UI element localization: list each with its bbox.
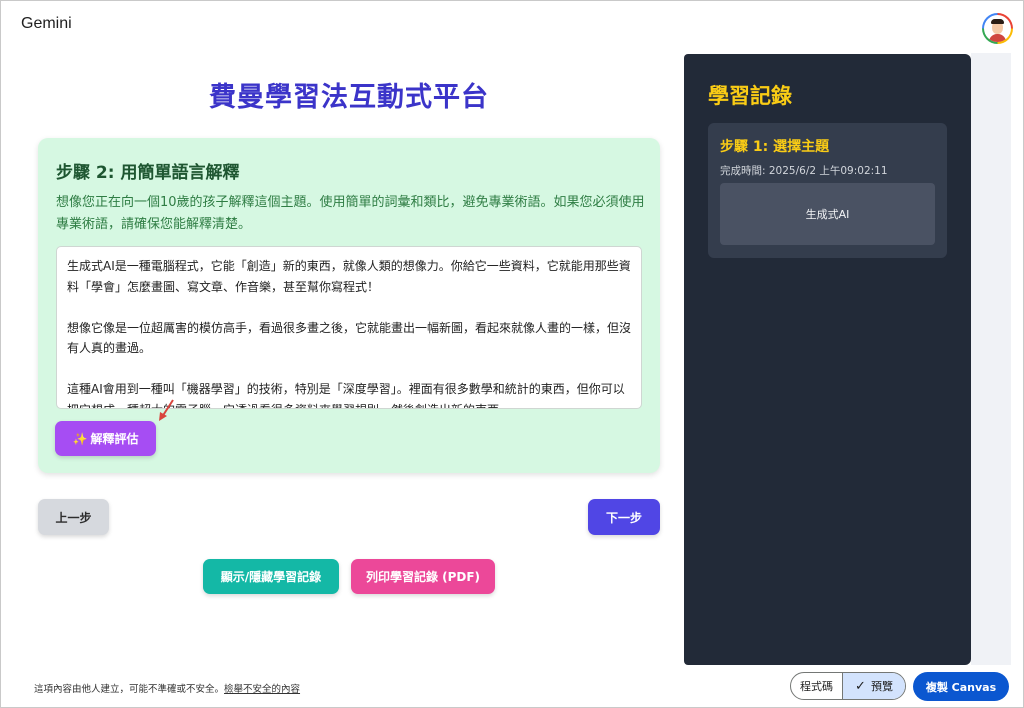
sparkle-icon: ✨ (72, 431, 88, 446)
history-title: 學習記錄 (708, 84, 792, 108)
disclaimer-text: 這項內容由他人建立，可能不準確或不安全。檢舉不安全的內容 (34, 681, 300, 695)
page-title: 費曼學習法互動式平台 (209, 82, 489, 113)
app-title: Gemini (21, 15, 72, 32)
explanation-textarea[interactable]: 生成式AI是一種電腦程式，它能「創造」新的東西，就像人類的想像力。你給它一些資料… (56, 246, 642, 409)
copy-canvas-button[interactable]: 複製 Canvas (913, 672, 1009, 701)
history-entry: 步驟 1: 選擇主題 完成時間: 2025/6/2 上午09:02:11 生成式… (708, 123, 947, 258)
disclaimer-message: 這項內容由他人建立，可能不準確或不安全。 (34, 684, 225, 695)
view-toggle: 程式碼 ✓ 預覽 (790, 672, 906, 700)
code-view-button[interactable]: 程式碼 (791, 673, 843, 699)
report-unsafe-link[interactable]: 檢舉不安全的內容 (224, 684, 300, 695)
toggle-history-button[interactable]: 顯示/隱藏學習記錄 (203, 559, 339, 594)
footer-bar: 這項內容由他人建立，可能不準確或不安全。檢舉不安全的內容 程式碼 ✓ 預覽 複製… (1, 665, 1023, 707)
check-icon: ✓ (855, 678, 866, 694)
avatar-image (984, 15, 1011, 42)
top-bar: Gemini (1, 1, 1023, 53)
preview-label: 預覽 (870, 680, 893, 693)
history-entry-time: 完成時間: 2025/6/2 上午09:02:11 (720, 165, 888, 177)
canvas-scroll-gutter (971, 53, 1011, 665)
step-heading: 步驟 2: 用簡單語言解釋 (56, 163, 240, 183)
step-card: 步驟 2: 用簡單語言解釋 想像您正在向一個10歲的孩子解釋這個主題。使用簡單的… (38, 138, 660, 473)
previous-step-button[interactable]: 上一步 (38, 499, 109, 535)
user-avatar[interactable] (982, 13, 1013, 44)
history-entry-title: 步驟 1: 選擇主題 (720, 139, 830, 155)
next-step-button[interactable]: 下一步 (588, 499, 660, 535)
step-description: 想像您正在向一個10歲的孩子解釋這個主題。使用簡單的詞彙和類比，避免專業術語。如… (56, 195, 645, 232)
evaluate-button-label: 解釋評估 (90, 432, 139, 446)
preview-view-button[interactable]: ✓ 預覽 (843, 673, 905, 699)
history-entry-content: 生成式AI (720, 183, 935, 245)
annotation-arrow-icon (159, 399, 174, 421)
history-panel: 學習記錄 步驟 1: 選擇主題 完成時間: 2025/6/2 上午09:02:1… (684, 54, 971, 665)
print-history-button[interactable]: 列印學習記錄 (PDF) (351, 559, 495, 594)
evaluate-explanation-button[interactable]: ✨ 解釋評估 (55, 421, 156, 456)
